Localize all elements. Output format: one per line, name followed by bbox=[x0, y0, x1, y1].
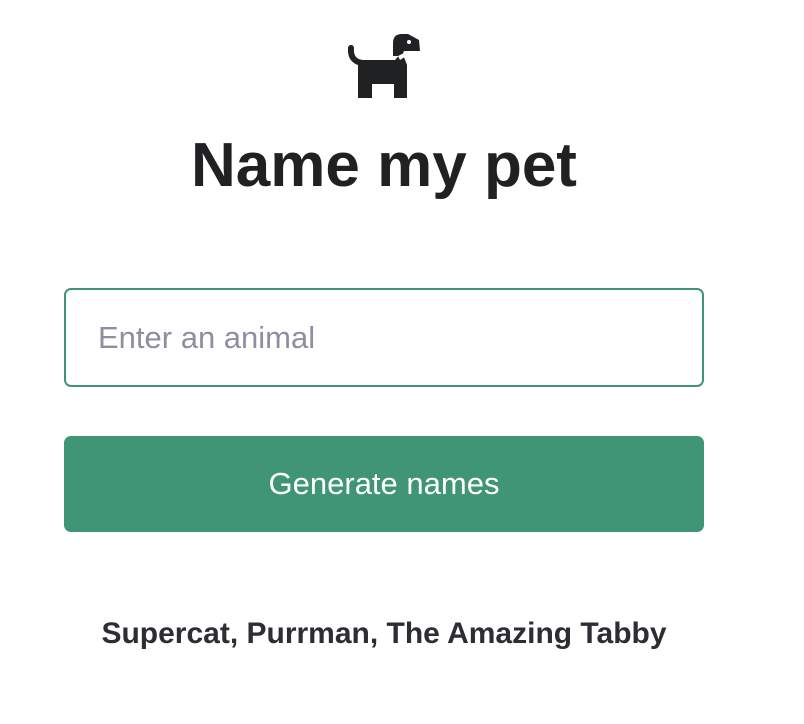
generate-names-button[interactable]: Generate names bbox=[64, 436, 704, 532]
generated-names-result: Supercat, Purrman, The Amazing Tabby bbox=[101, 617, 667, 650]
page-title: Name my pet bbox=[191, 131, 577, 200]
dog-icon bbox=[348, 32, 420, 98]
animal-input[interactable] bbox=[64, 288, 704, 387]
